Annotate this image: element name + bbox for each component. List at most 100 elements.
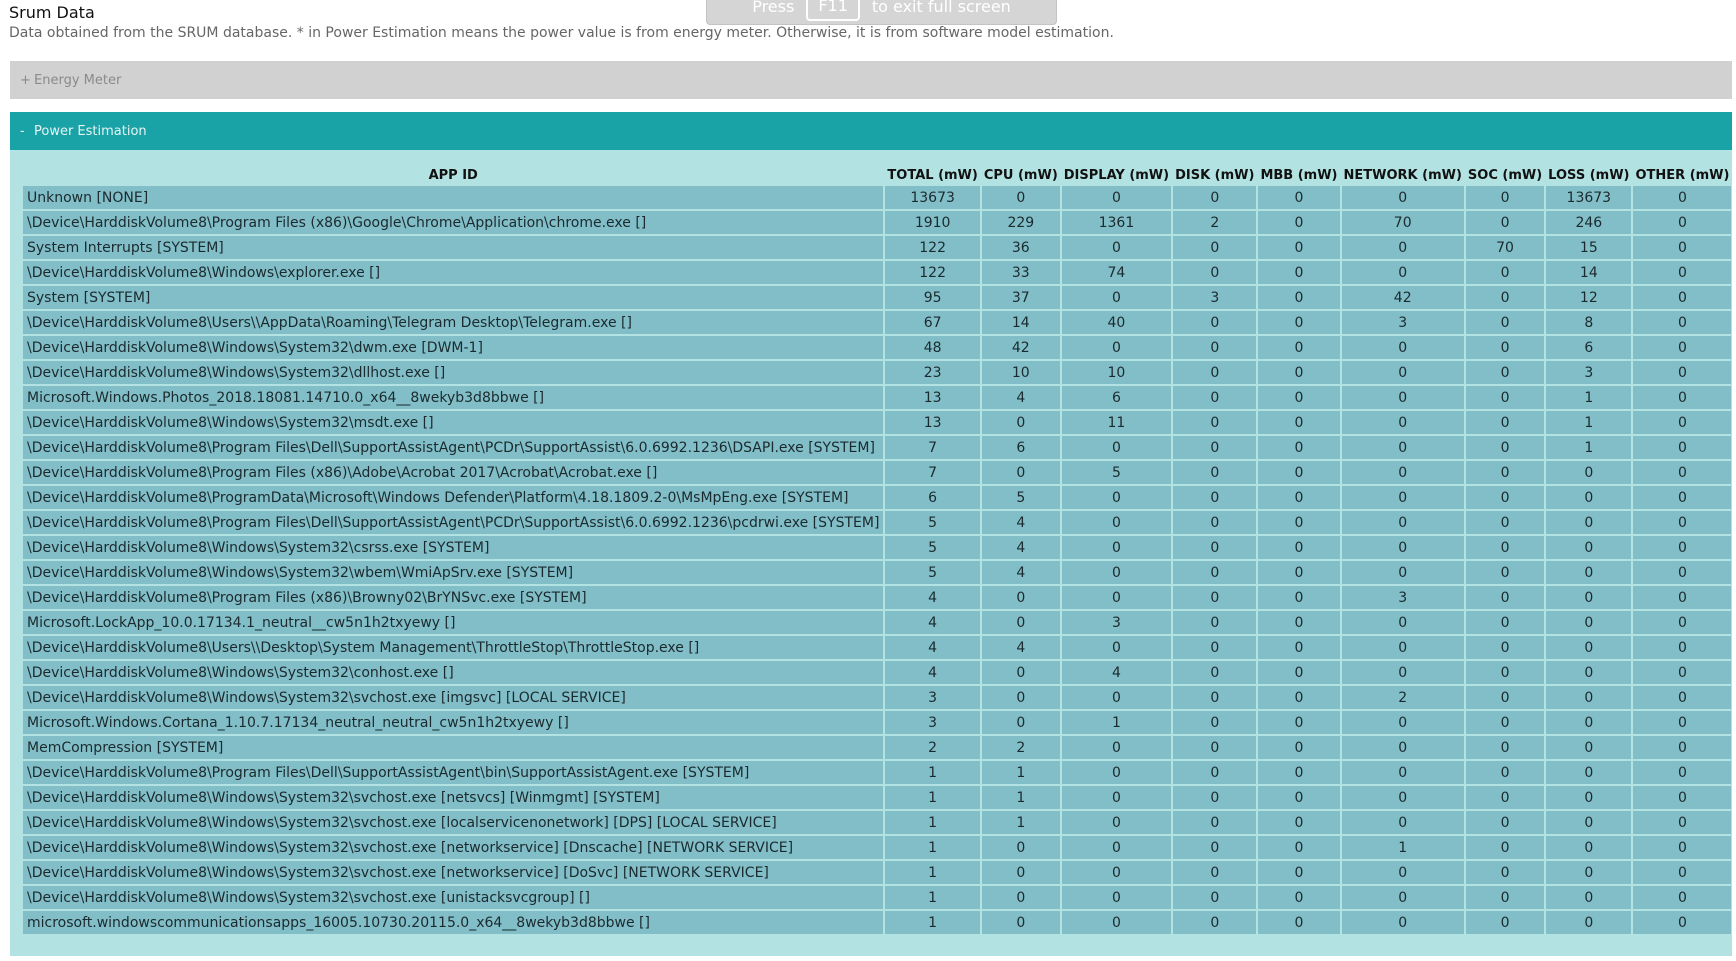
table-row: Unknown [NONE] 13673 0 0 0 0 0 0 13673 0 (23, 186, 1732, 209)
value-cell: 0 (1633, 286, 1732, 309)
fullscreen-exit-banner: Press F11 to exit full screen (706, 0, 1057, 25)
value-cell: 229 (981, 211, 1060, 234)
value-cell: 0 (1633, 911, 1732, 934)
value-cell: 0 (1633, 336, 1732, 359)
value-cell: 0 (1546, 811, 1632, 834)
value-cell: 0 (1258, 661, 1340, 684)
value-cell: 0 (1341, 261, 1464, 284)
app-id-cell: Microsoft.LockApp_10.0.17134.1_neutral__… (23, 611, 884, 634)
value-cell: 0 (981, 611, 1060, 634)
app-id-cell: \Device\HarddiskVolume8\Program Files\De… (23, 436, 884, 459)
table-row: Microsoft.Windows.Photos_2018.18081.1471… (23, 386, 1732, 409)
value-cell: 0 (1173, 386, 1257, 409)
value-cell: 1 (885, 836, 980, 859)
value-cell: 0 (1061, 236, 1172, 259)
value-cell: 0 (1465, 786, 1545, 809)
value-cell: 1 (885, 886, 980, 909)
value-cell: 0 (1633, 311, 1732, 334)
value-cell: 8 (1546, 311, 1632, 334)
value-cell: 0 (1061, 861, 1172, 884)
value-cell: 0 (1341, 561, 1464, 584)
value-cell: 0 (1633, 711, 1732, 734)
value-cell: 0 (1061, 536, 1172, 559)
value-cell: 70 (1465, 236, 1545, 259)
value-cell: 0 (1258, 411, 1340, 434)
value-cell: 0 (1341, 861, 1464, 884)
app-id-cell: Microsoft.Windows.Cortana_1.10.7.17134_n… (23, 711, 884, 734)
value-cell: 1 (885, 761, 980, 784)
value-cell: 0 (1258, 536, 1340, 559)
column-header: CPU (mW) (983, 167, 1058, 183)
app-id-cell: \Device\HarddiskVolume8\Windows\System32… (23, 661, 884, 684)
value-cell: 0 (1633, 461, 1732, 484)
value-cell: 0 (1173, 736, 1257, 759)
value-cell: 0 (1341, 386, 1464, 409)
value-cell: 0 (1465, 911, 1545, 934)
value-cell: 0 (1173, 911, 1257, 934)
app-id-cell: microsoft.windowscommunicationsapps_1600… (23, 911, 884, 934)
value-cell: 74 (1061, 261, 1172, 284)
table-row: \Device\HarddiskVolume8\Windows\System32… (23, 561, 1732, 584)
value-cell: 0 (981, 461, 1060, 484)
value-cell: 0 (1465, 636, 1545, 659)
value-cell: 0 (1465, 586, 1545, 609)
value-cell: 0 (1341, 661, 1464, 684)
value-cell: 11 (1061, 411, 1172, 434)
value-cell: 0 (1465, 761, 1545, 784)
value-cell: 1 (1546, 436, 1632, 459)
value-cell: 0 (1173, 311, 1257, 334)
value-cell: 15 (1546, 236, 1632, 259)
value-cell: 0 (1341, 911, 1464, 934)
value-cell: 0 (1465, 561, 1545, 584)
app-id-cell: \Device\HarddiskVolume8\Windows\System32… (23, 561, 884, 584)
value-cell: 0 (981, 411, 1060, 434)
value-cell: 0 (1258, 361, 1340, 384)
app-id-cell: \Device\HarddiskVolume8\Windows\System32… (23, 811, 884, 834)
value-cell: 0 (1633, 811, 1732, 834)
value-cell: 0 (1465, 861, 1545, 884)
value-cell: 0 (1341, 536, 1464, 559)
value-cell: 3 (1173, 286, 1257, 309)
value-cell: 1 (981, 811, 1060, 834)
value-cell: 0 (981, 711, 1060, 734)
value-cell: 2 (1173, 211, 1257, 234)
value-cell: 5 (981, 486, 1060, 509)
value-cell: 36 (981, 236, 1060, 259)
table-row: \Device\HarddiskVolume8\Program Files\De… (23, 761, 1732, 784)
value-cell: 0 (1341, 436, 1464, 459)
value-cell: 23 (885, 361, 980, 384)
value-cell: 0 (1258, 336, 1340, 359)
value-cell: 0 (1546, 861, 1632, 884)
value-cell: 0 (1465, 536, 1545, 559)
value-cell: 0 (1465, 661, 1545, 684)
column-header: DISPLAY (mW) (1063, 167, 1170, 183)
value-cell: 122 (885, 261, 980, 284)
value-cell: 0 (1633, 261, 1732, 284)
value-cell: 0 (1173, 561, 1257, 584)
value-cell: 0 (1061, 486, 1172, 509)
table-row: \Device\HarddiskVolume8\Program Files\De… (23, 436, 1732, 459)
value-cell: 0 (1465, 611, 1545, 634)
app-id-cell: \Device\HarddiskVolume8\Windows\System32… (23, 686, 884, 709)
value-cell: 12 (1546, 286, 1632, 309)
app-id-cell: Unknown [NONE] (23, 186, 884, 209)
app-id-cell: \Device\HarddiskVolume8\Windows\System32… (23, 861, 884, 884)
value-cell: 0 (1465, 711, 1545, 734)
value-cell: 0 (1258, 286, 1340, 309)
value-cell: 0 (1465, 886, 1545, 909)
app-id-cell: \Device\HarddiskVolume8\Windows\System32… (23, 536, 884, 559)
value-cell: 1 (885, 911, 980, 934)
value-cell: 0 (1633, 886, 1732, 909)
table-row: \Device\HarddiskVolume8\Windows\System32… (23, 361, 1732, 384)
energy-meter-header[interactable]: + Energy Meter (10, 61, 1732, 99)
value-cell: 0 (1633, 661, 1732, 684)
fullscreen-key-label: F11 (806, 0, 860, 21)
value-cell: 0 (1061, 686, 1172, 709)
power-estimation-header[interactable]: - Power Estimation (10, 112, 1732, 150)
value-cell: 0 (1341, 761, 1464, 784)
value-cell: 0 (1258, 636, 1340, 659)
power-estimation-label: Power Estimation (34, 123, 147, 139)
table-row: Microsoft.LockApp_10.0.17134.1_neutral__… (23, 611, 1732, 634)
value-cell: 6 (1546, 336, 1632, 359)
value-cell: 3 (885, 686, 980, 709)
